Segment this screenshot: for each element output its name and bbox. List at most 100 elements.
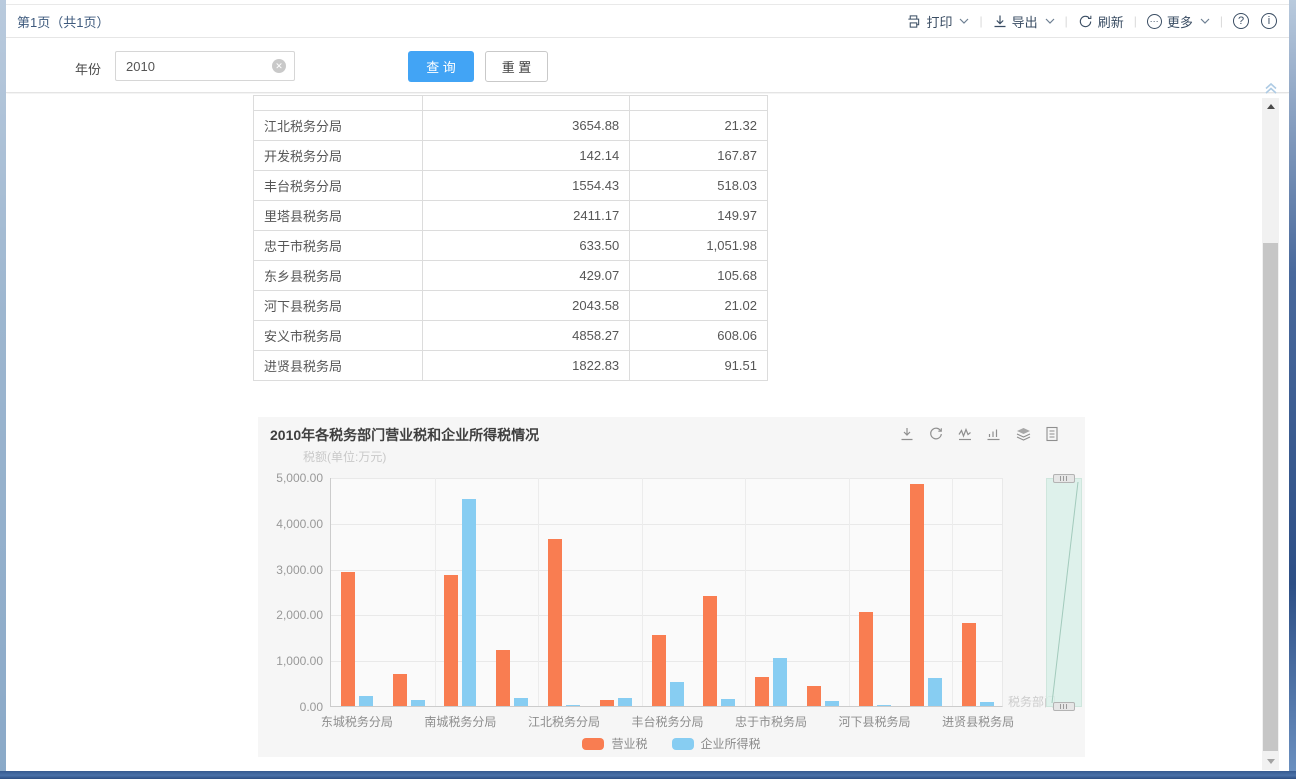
table-cell: 633.50 [422,231,630,261]
bar-企业所得税-9 [825,701,839,706]
refresh-icon [1078,14,1093,29]
datazoom-top-handle[interactable] [1053,474,1075,483]
table-cell: 91.51 [630,351,768,381]
grip-icon [1060,704,1068,709]
gridline [952,478,953,706]
table-cell: 21.32 [630,111,768,141]
more-label: 更多 [1167,12,1193,31]
grip-icon [1060,476,1068,481]
year-label: 年份 [75,59,101,78]
x-tick-label: 进贤县税务局 [942,713,1014,730]
year-input[interactable] [115,51,295,81]
print-button[interactable]: 打印 [906,12,969,31]
y-tick-label: 2,000.00 [276,608,323,622]
bar-营业税-8 [755,677,769,706]
gridline [849,478,850,706]
export-image-icon[interactable] [899,426,915,442]
data-view-icon[interactable] [1045,426,1059,442]
y-tick-label: 5,000.00 [276,471,323,485]
pagination-status: 第1页（共1页） [17,12,109,31]
line-chart-icon[interactable] [957,426,973,442]
legend-label: 营业税 [611,735,647,752]
window-border-left [0,0,6,779]
window-border-bottom [0,771,1296,779]
export-label: 导出 [1012,12,1038,31]
table-cell: 105.68 [630,261,768,291]
datazoom-slider[interactable] [1046,478,1082,707]
datazoom-bottom-handle[interactable] [1053,702,1075,711]
refresh-button[interactable]: 刷新 [1078,12,1124,31]
toolbar-divider: | [979,14,982,28]
table-cell: 1554.43 [422,171,630,201]
scrollbar-thumb[interactable] [1263,243,1278,751]
bar-chart-icon[interactable] [986,426,1002,442]
table-cell: 3654.88 [422,111,630,141]
table-cell: 安义市税务局 [254,321,423,351]
report-table: 江北税务分局3654.8821.32开发税务分局142.14167.87丰台税务… [253,95,768,381]
bar-营业税-11 [910,484,924,707]
table-row: 安义市税务局4858.27608.06 [254,321,768,351]
gridline [331,615,1002,616]
table-row-partial [254,96,768,111]
toolbar-divider: | [1065,14,1068,28]
info-icon[interactable]: i [1261,13,1277,29]
bar-营业税-3 [496,650,510,706]
scroll-up-arrow[interactable] [1262,98,1279,115]
chart-plot-area: 0.001,000.002,000.003,000.004,000.005,00… [330,478,1003,707]
table-cell: 里塔县税务局 [254,201,423,231]
bar-企业所得税-7 [721,699,735,706]
table-cell: 4858.27 [422,321,630,351]
help-icon[interactable]: ? [1233,13,1249,29]
export-button[interactable]: 导出 [993,12,1055,31]
legend-item-营业税[interactable]: 营业税 [582,735,647,752]
layers-icon[interactable] [1015,426,1032,442]
table-cell: 1,051.98 [630,231,768,261]
search-button[interactable]: 查 询 [408,51,474,82]
more-button[interactable]: ... 更多 [1147,12,1210,31]
refresh-chart-icon[interactable] [928,426,944,442]
table-cell: 149.97 [630,201,768,231]
scroll-down-arrow[interactable] [1262,753,1279,770]
legend-label: 企业所得税 [701,735,761,752]
legend-item-企业所得税[interactable]: 企业所得税 [672,735,761,752]
report-page: 第1页（共1页） 打印 | [6,0,1289,771]
bar-企业所得税-10 [877,705,891,706]
table-cell: 忠于市税务局 [254,231,423,261]
y-tick-label: 0.00 [300,700,323,714]
app-window: 第1页（共1页） 打印 | [0,0,1296,779]
table-row: 江北税务分局3654.8821.32 [254,111,768,141]
table-cell: 1822.83 [422,351,630,381]
vertical-scrollbar[interactable] [1262,98,1279,770]
gridline [435,478,436,706]
bar-企业所得税-12 [980,702,994,706]
collapse-query-pane-button[interactable] [1260,79,1282,96]
reset-button[interactable]: 重 置 [485,51,548,82]
table-row: 忠于市税务局633.501,051.98 [254,231,768,261]
triangle-up-icon [1267,104,1275,109]
bar-企业所得税-2 [462,499,476,706]
x-tick-label: 东城税务分局 [321,713,393,730]
gridline [538,478,539,706]
table-cell: 518.03 [630,171,768,201]
table-cell: 2043.58 [422,291,630,321]
x-tick-label: 南城税务分局 [424,713,496,730]
report-content: 江北税务分局3654.8821.32开发税务分局142.14167.87丰台税务… [6,94,1289,771]
chart-title: 2010年各税务部门营业税和企业所得税情况 [270,425,539,445]
clear-input-icon[interactable]: ✕ [272,59,286,73]
table-cell: 2411.17 [422,201,630,231]
bar-营业税-5 [600,700,614,707]
triangle-down-icon [1267,759,1275,764]
chart-legend: 营业税 企业所得税 [258,735,1085,752]
table-row: 东乡县税务局429.07105.68 [254,261,768,291]
table-row: 开发税务分局142.14167.87 [254,141,768,171]
x-tick-label: 忠于市税务局 [735,713,807,730]
query-bar: 年份 ✕ 查 询 重 置 [6,39,1289,93]
bar-企业所得税-6 [670,682,684,706]
top-toolbar: 第1页（共1页） 打印 | [6,4,1289,38]
bar-营业税-4 [548,539,562,706]
table-cell: 河下县税务局 [254,291,423,321]
table-cell: 东乡县税务局 [254,261,423,291]
bar-企业所得税-3 [514,698,528,706]
bar-营业税-7 [703,596,717,706]
table-row: 里塔县税务局2411.17149.97 [254,201,768,231]
